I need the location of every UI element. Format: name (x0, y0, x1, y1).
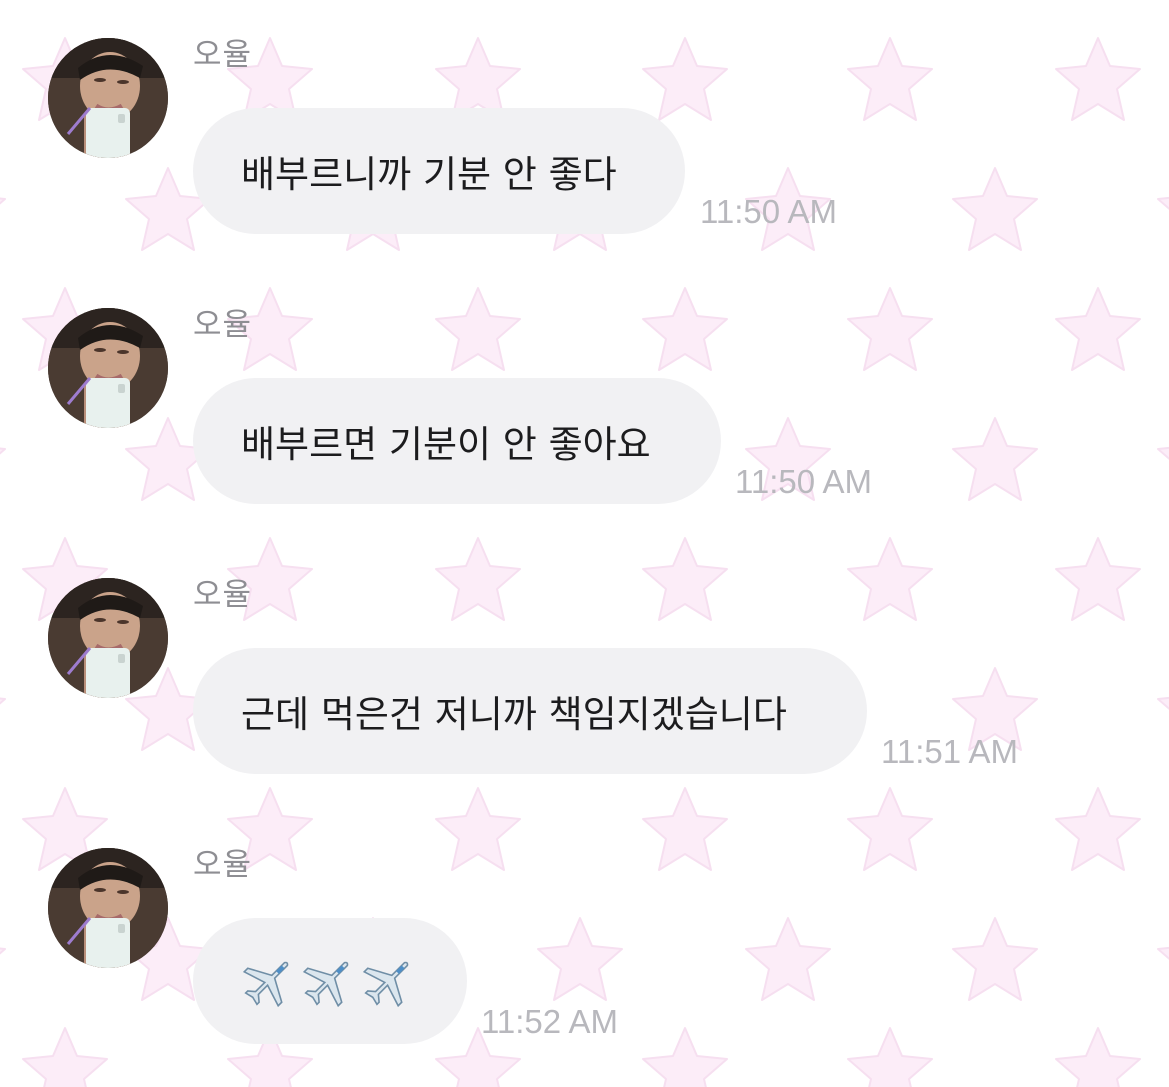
profile-photo-icon (48, 578, 168, 698)
sender-name: 오율 (193, 577, 253, 613)
message-timestamp: 11:51 AM (881, 733, 1018, 770)
avatar[interactable] (48, 578, 168, 698)
chat-thread: 오율 배부르니까 기분 안 좋다 11:50 AM 오율 배부르면 기분이 안 … (0, 0, 1169, 1087)
avatar[interactable] (48, 848, 168, 968)
sender-name: 오율 (193, 847, 253, 883)
message-bubble[interactable]: 근데 먹은건 저니까 책임지겠습니다 (193, 648, 867, 774)
avatar[interactable] (48, 38, 168, 158)
sender-name: 오율 (193, 37, 253, 73)
airplane-icon (362, 961, 409, 1008)
avatar[interactable] (48, 308, 168, 428)
message-row: 오율 11:52 AM (0, 810, 1169, 1050)
message-bubble[interactable]: 배부르니까 기분 안 좋다 (193, 108, 685, 234)
emoji-group (241, 953, 417, 1009)
message-bubble[interactable]: 배부르면 기분이 안 좋아요 (193, 378, 721, 504)
message-timestamp: 11:50 AM (735, 463, 872, 500)
message-bubble[interactable] (193, 918, 467, 1044)
airplane-icon (302, 961, 349, 1008)
profile-photo-icon (48, 38, 168, 158)
profile-photo-icon (48, 308, 168, 428)
message-row: 오율 배부르니까 기분 안 좋다 11:50 AM (0, 0, 1169, 240)
message-row: 오율 배부르면 기분이 안 좋아요 11:50 AM (0, 270, 1169, 510)
profile-photo-icon (48, 848, 168, 968)
message-timestamp: 11:50 AM (700, 193, 837, 230)
message-timestamp: 11:52 AM (481, 1003, 618, 1040)
message-row: 오율 근데 먹은건 저니까 책임지겠습니다 11:51 AM (0, 540, 1169, 780)
sender-name: 오율 (193, 307, 253, 343)
airplane-icon (242, 961, 289, 1008)
